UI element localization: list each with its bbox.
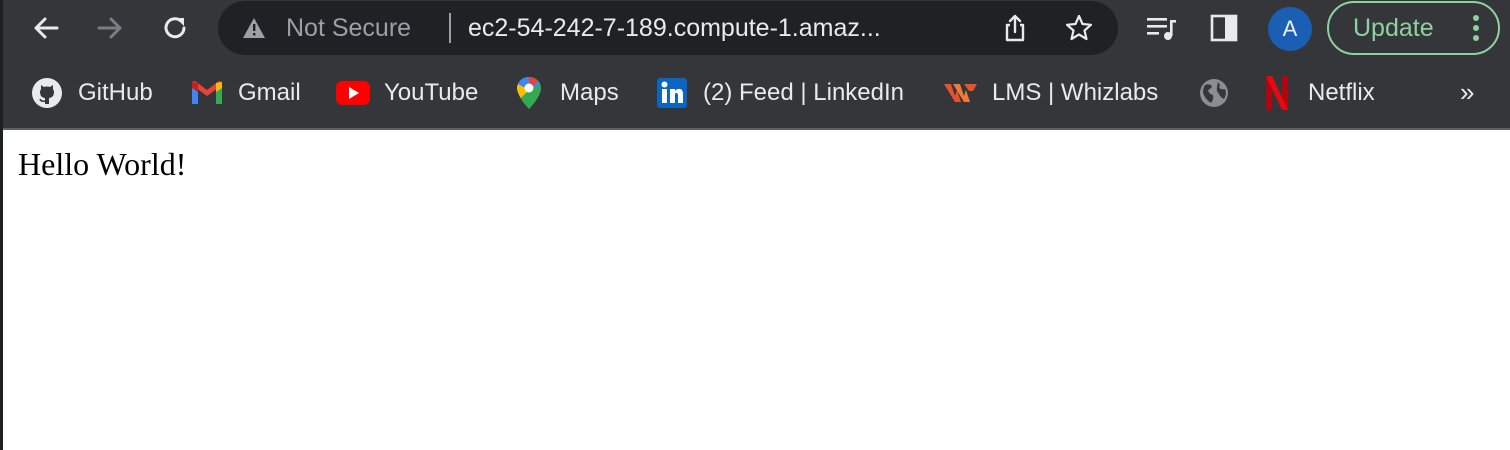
bookmark-gmail[interactable]: Gmail [190, 57, 301, 128]
star-icon[interactable] [1064, 13, 1094, 43]
bookmark-label: GitHub [78, 78, 153, 106]
bookmark-whizlabs[interactable]: LMS | Whizlabs [944, 57, 1158, 128]
bookmark-label: YouTube [384, 78, 479, 106]
gmail-icon [190, 76, 224, 110]
bookmark-label: Maps [560, 78, 619, 106]
whizlabs-icon [944, 76, 978, 110]
bookmarks-bar: GitHub Gmail YouTube Maps (2) Feed | Lin… [0, 57, 1510, 128]
reload-button[interactable] [155, 8, 195, 48]
back-button[interactable] [26, 8, 66, 48]
update-label: Update [1353, 14, 1434, 42]
profile-avatar[interactable]: A [1268, 7, 1312, 51]
bookmarks-overflow-button[interactable]: » [1460, 57, 1474, 128]
linkedin-icon [655, 76, 689, 110]
netflix-icon [1260, 75, 1294, 110]
side-panel-icon[interactable] [1208, 12, 1240, 44]
page-content: Hello World! [3, 130, 1510, 450]
window-edge [0, 0, 3, 450]
bookmark-netflix[interactable]: Netflix [1260, 57, 1375, 128]
arrow-left-icon [34, 17, 59, 39]
bookmark-linkedin[interactable]: (2) Feed | LinkedIn [655, 57, 904, 128]
globe-icon [1197, 76, 1231, 110]
reload-icon [164, 17, 186, 39]
bookmark-github[interactable]: GitHub [30, 57, 153, 128]
page-body-text: Hello World! [18, 146, 187, 182]
security-status-text[interactable]: Not Secure [286, 1, 411, 55]
kebab-menu-icon[interactable] [1472, 15, 1480, 41]
address-separator [449, 13, 451, 43]
bookmark-youtube[interactable]: YouTube [336, 57, 478, 128]
bookmark-globe[interactable] [1197, 57, 1231, 128]
bookmark-label: LMS | Whizlabs [992, 78, 1159, 106]
url-text[interactable]: ec2-54-242-7-189.compute-1.amaz... [468, 1, 881, 55]
share-icon[interactable] [1000, 13, 1030, 43]
maps-icon [512, 76, 546, 110]
media-queue-icon[interactable] [1145, 12, 1177, 44]
update-button[interactable]: Update [1327, 1, 1500, 55]
bookmark-maps[interactable]: Maps [512, 57, 619, 128]
bookmark-label: (2) Feed | LinkedIn [703, 78, 905, 106]
browser-toolbar: Not Secure ec2-54-242-7-189.compute-1.am… [0, 0, 1510, 57]
address-bar[interactable]: Not Secure ec2-54-242-7-189.compute-1.am… [218, 1, 1118, 55]
github-icon [30, 76, 64, 110]
warning-icon [243, 18, 265, 38]
arrow-right-icon [97, 17, 122, 39]
forward-button[interactable] [90, 8, 130, 48]
bookmark-label: Gmail [238, 78, 301, 106]
bookmark-label: Netflix [1308, 78, 1375, 106]
youtube-icon [336, 76, 370, 110]
